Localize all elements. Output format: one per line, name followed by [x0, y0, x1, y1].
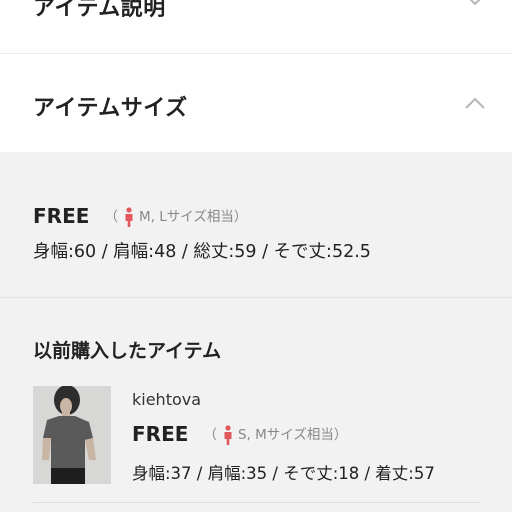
item-size-title: アイテムサイズ	[33, 96, 188, 121]
previous-item-card[interactable]: kiehtova FREE （ S, Mサイズ相当） 身幅:37 / 肩幅:35…	[33, 386, 481, 504]
chevron-down-icon[interactable]	[464, 0, 486, 10]
size-note: （ M, Lサイズ相当）	[104, 207, 248, 227]
previous-purchase-title: 以前購入したアイテム	[33, 340, 222, 362]
size-line: FREE （ M, Lサイズ相当）	[33, 204, 247, 230]
size-note-text: M, Lサイズ相当）	[138, 209, 248, 225]
size-dimensions: 身幅:60 / 肩幅:48 / 総丈:59 / そで丈:52.5	[33, 242, 371, 262]
chevron-up-icon[interactable]	[464, 92, 486, 114]
item-dimensions: 身幅:37 / 肩幅:35 / そで丈:18 / 着丈:57	[132, 464, 435, 483]
item-size-header[interactable]: アイテムサイズ	[0, 54, 512, 152]
item-description-header[interactable]: アイテム説明	[0, 0, 512, 54]
model-photo-icon	[33, 386, 111, 484]
item-size-label: FREE	[132, 422, 189, 446]
divider	[33, 502, 481, 503]
item-size-line: FREE （ S, Mサイズ相当）	[132, 422, 347, 446]
size-panel: FREE （ M, Lサイズ相当） 身幅:60 / 肩幅:48 / 総丈:59 …	[0, 152, 512, 298]
person-icon	[125, 207, 133, 227]
person-icon	[224, 425, 232, 445]
item-size-note-open: （	[203, 427, 217, 443]
item-size-note-text: S, Mサイズ相当）	[237, 427, 348, 443]
previous-purchase-panel: 以前購入したアイテム kiehtova FREE （ S, Mサイズ相当） 身幅…	[0, 298, 512, 512]
item-brand: kiehtova	[132, 390, 202, 409]
item-thumbnail[interactable]	[33, 386, 111, 484]
item-size-note: （ S, Mサイズ相当）	[203, 425, 348, 445]
size-label: FREE	[33, 204, 90, 228]
item-description-title: アイテム説明	[33, 0, 166, 21]
size-note-open: （	[104, 209, 118, 225]
